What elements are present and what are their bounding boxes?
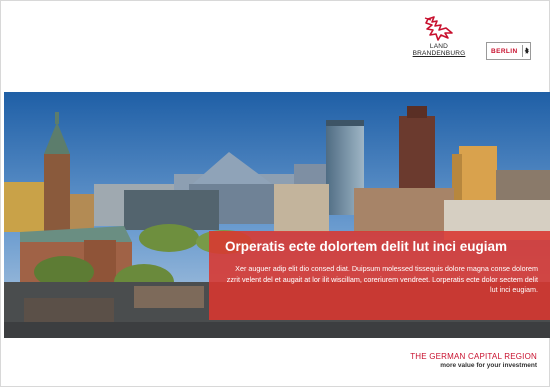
- brandenburg-logo: LAND BRANDENBURG: [403, 15, 475, 63]
- berlin-logo-label: BERLIN: [491, 47, 518, 55]
- brandenburg-logo-line2: BRANDENBURG: [412, 50, 466, 57]
- berlin-logo-divider: [521, 45, 523, 57]
- region-subline: more value for your investment: [440, 362, 537, 369]
- berlin-bear-icon: [524, 47, 530, 54]
- brochure-cover: LAND BRANDENBURG BERLIN Orperatis ecte d…: [0, 0, 550, 387]
- red-eagle-icon: [424, 16, 453, 41]
- headline-overlay: Orperatis ecte dolortem delit lut inci e…: [209, 231, 550, 320]
- berlin-logo: BERLIN: [486, 42, 531, 60]
- brandenburg-logo-line1: LAND: [429, 43, 449, 50]
- hero-body-text: Xer auguer adip elit dio consed diat. Du…: [226, 264, 538, 294]
- hero-headline: Orperatis ecte dolortem delit lut inci e…: [225, 239, 508, 254]
- region-tagline: THE GERMAN CAPITAL REGION: [410, 352, 537, 361]
